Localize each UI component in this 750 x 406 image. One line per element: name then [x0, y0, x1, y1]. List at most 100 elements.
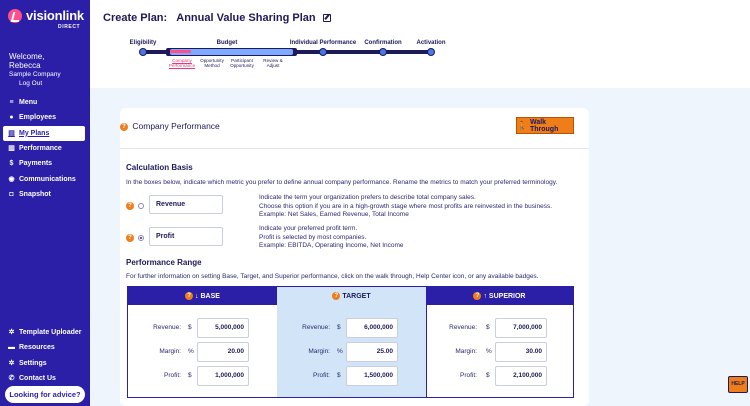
- metric-desc-line: Example: Net Sales, Earned Revenue, Tota…: [259, 211, 409, 219]
- company-name: Sample Company: [9, 71, 61, 78]
- user-name: Rebecca: [9, 61, 41, 70]
- row-label: Margin:: [308, 348, 330, 355]
- brand-sub: DIRECT: [58, 24, 81, 30]
- main-content: Create Plan: Annual Value Sharing Plan E…: [90, 0, 750, 406]
- info-badge-icon[interactable]: ?: [126, 202, 134, 210]
- metric-desc-line: Indicate the term your organization pref…: [259, 194, 476, 201]
- nav-item-contact-us[interactable]: ✆ Contact Us: [0, 371, 90, 386]
- nav-item-menu[interactable]: ≡ Menu: [0, 95, 90, 110]
- step-individual-performance[interactable]: Individual Performance: [290, 40, 356, 46]
- perf-row-revenue: Revenue: $ 7,000,000: [426, 318, 573, 338]
- step-activation[interactable]: Activation: [416, 40, 445, 46]
- gear-icon: ✲: [8, 359, 15, 367]
- nav-label: Contact Us: [19, 375, 56, 383]
- metric-radio-profit[interactable]: [138, 235, 144, 241]
- target-margin-input[interactable]: 25.00: [346, 342, 398, 362]
- calc-basis-heading: Calculation Basis: [126, 163, 193, 172]
- plan-name: Annual Value Sharing Plan: [176, 12, 316, 24]
- perf-row-revenue: Revenue: $ 5,000,000: [128, 318, 277, 338]
- substep-company-performance[interactable]: Company Performance: [169, 58, 195, 68]
- substep-review-adjust[interactable]: Review & Adjust: [263, 58, 282, 68]
- dollar-icon: $: [9, 160, 14, 168]
- superior-revenue-input[interactable]: 7,000,000: [495, 318, 547, 338]
- user-welcome: Welcome, Rebecca Sample Company Log Out: [9, 52, 61, 88]
- info-badge-icon[interactable]: ?: [185, 292, 194, 300]
- walk-through-label: Walk Through: [529, 118, 559, 133]
- step-node[interactable]: [319, 48, 327, 56]
- info-badge-icon[interactable]: ?: [120, 122, 128, 131]
- advice-button[interactable]: Looking for advice?: [5, 386, 85, 403]
- plans-icon: ▤: [8, 129, 15, 137]
- step-budget[interactable]: Budget: [217, 40, 238, 46]
- step-eligibility[interactable]: Eligibility: [130, 40, 157, 46]
- edit-icon[interactable]: [322, 14, 331, 23]
- perf-col-header: ? TARGET: [277, 287, 426, 305]
- base-profit-input[interactable]: 1,000,000: [197, 366, 249, 386]
- chart-icon: ▥: [8, 145, 15, 153]
- perf-row-margin: Margin: % 30.00: [426, 342, 573, 362]
- unit-label: %: [337, 348, 343, 355]
- phone-icon: ✆: [8, 375, 15, 383]
- company-performance-card: ? Company Performance 🚶 Walk Through Cal…: [120, 108, 589, 406]
- step-node[interactable]: [427, 48, 435, 56]
- nav-label: Snapshot: [19, 190, 51, 198]
- nav-bottom: ✲ Template Uploader ▬ Resources ✲ Settin…: [0, 325, 90, 386]
- walking-person-icon: 🚶: [517, 121, 527, 130]
- nav-item-employees[interactable]: ● Employees: [0, 110, 90, 125]
- superior-margin-input[interactable]: 30.00: [495, 342, 547, 362]
- substep-participant-opportunity[interactable]: Participant Opportunity: [230, 58, 254, 68]
- step-node[interactable]: [139, 48, 147, 56]
- logout-link[interactable]: Log Out: [19, 79, 61, 88]
- nav-item-performance[interactable]: ▥ Performance: [0, 141, 90, 156]
- base-margin-input[interactable]: 20.00: [197, 342, 249, 362]
- info-badge-icon[interactable]: ?: [126, 234, 134, 242]
- perf-col-title: ↓ BASE: [195, 292, 220, 300]
- info-badge-icon[interactable]: ?: [473, 292, 482, 300]
- step-confirmation[interactable]: Confirmation: [364, 40, 401, 46]
- superior-profit-input[interactable]: 2,100,000: [495, 366, 547, 386]
- metric-name-input-revenue[interactable]: Revenue: [149, 195, 223, 214]
- broadcast-icon: ◉: [8, 175, 15, 183]
- perf-col-title: TARGET: [342, 292, 371, 300]
- info-badge-icon[interactable]: ?: [332, 292, 341, 300]
- metric-name-input-profit[interactable]: Profit: [149, 227, 223, 246]
- help-center-button[interactable]: HELP: [728, 376, 748, 393]
- unit-label: %: [486, 348, 492, 355]
- menu-icon: ≡: [9, 99, 14, 107]
- nav-item-my-plans[interactable]: ▤ My Plans: [3, 125, 85, 141]
- base-revenue-input[interactable]: 5,000,000: [197, 318, 249, 338]
- page-title: Create Plan: Annual Value Sharing Plan: [103, 12, 331, 24]
- metric-desc-line: Indicate your preferred profit term.: [259, 225, 358, 232]
- target-profit-input[interactable]: 1,500,000: [346, 366, 398, 386]
- nav-label: Performance: [19, 145, 62, 153]
- row-label: Margin:: [159, 348, 181, 355]
- perf-row-profit: Profit: $ 1,500,000: [277, 366, 426, 386]
- nav-item-communications[interactable]: ◉ Communications: [0, 171, 90, 186]
- metric-radio-revenue[interactable]: [138, 203, 144, 209]
- nav-item-payments[interactable]: $ Payments: [0, 156, 90, 171]
- unit-label: $: [337, 324, 341, 331]
- nav-item-template-uploader[interactable]: ✲ Template Uploader: [0, 325, 90, 340]
- substep-opportunity-method[interactable]: Opportunity Method: [200, 58, 224, 68]
- walk-through-button[interactable]: 🚶 Walk Through: [516, 117, 574, 134]
- perf-col-base: ? ↓ BASE Revenue: $ 5,000,000 Margin: % …: [128, 287, 277, 397]
- nav-item-settings[interactable]: ✲ Settings: [0, 356, 90, 371]
- row-label: Profit:: [164, 372, 181, 379]
- row-label: Profit:: [460, 372, 477, 379]
- current-substep-bar: [170, 50, 191, 53]
- nav-item-snapshot[interactable]: ◘ Snapshot: [0, 187, 90, 202]
- brand-logo[interactable]: visionlink: [8, 9, 84, 23]
- nav-label: Resources: [19, 344, 55, 352]
- metric-desc-line: Choose this option if you are in a high-…: [259, 202, 553, 210]
- card-title: ? Company Performance: [120, 121, 220, 131]
- nav-top: ≡ Menu ● Employees ▤ My Plans ▥ Performa…: [0, 95, 90, 202]
- unit-label: $: [486, 324, 490, 331]
- unit-label: $: [486, 372, 490, 379]
- perf-row-margin: Margin: % 20.00: [128, 342, 277, 362]
- nav-item-resources[interactable]: ▬ Resources: [0, 340, 90, 355]
- metric-desc-profit: Indicate your preferred profit term. Pro…: [259, 225, 404, 251]
- step-node[interactable]: [379, 48, 387, 56]
- perf-row-profit: Profit: $ 2,100,000: [426, 366, 573, 386]
- target-revenue-input[interactable]: 6,000,000: [346, 318, 398, 338]
- row-label: Revenue:: [302, 324, 330, 331]
